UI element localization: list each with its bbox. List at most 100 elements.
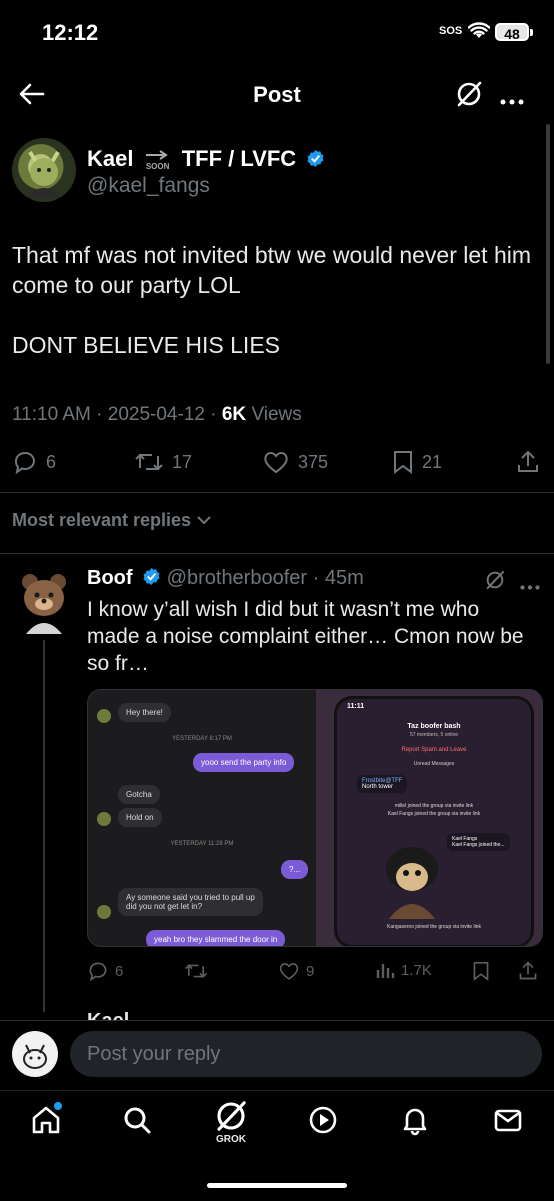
bookmark-count: 21 xyxy=(422,451,443,472)
chat-system: Kael Fangs joined the group via invite l… xyxy=(387,811,481,817)
notification-dot xyxy=(54,1102,62,1110)
group-name: Taz boofer bash xyxy=(407,723,461,730)
reply-author[interactable]: Boof @brotherboofer · 45m xyxy=(87,567,364,590)
chat-message: North tower xyxy=(362,784,394,790)
unread-label: Unread Messages xyxy=(413,761,455,767)
like-count: 375 xyxy=(298,451,329,472)
share-button[interactable] xyxy=(516,449,540,475)
group-chat-photo: 11:11 Taz boofer bash 57 members, 5 onli… xyxy=(316,690,542,946)
heart-icon xyxy=(279,963,299,980)
dm-message: Hold on xyxy=(118,808,162,827)
dm-avatar xyxy=(97,709,111,723)
reply-author-name: Boof xyxy=(87,567,133,589)
views-chart-icon xyxy=(376,964,395,978)
reply-avatar[interactable] xyxy=(18,570,70,634)
repost-icon xyxy=(185,964,207,978)
status-time: 12:12 xyxy=(42,20,99,45)
chevron-down-icon xyxy=(197,516,211,525)
reply-reply-count: 6 xyxy=(115,962,124,980)
verified-badge-icon xyxy=(142,567,161,586)
grok-icon[interactable] xyxy=(484,569,506,596)
replies-sort-label: Most relevant replies xyxy=(12,510,192,530)
reply-count: 6 xyxy=(46,451,57,472)
replies-sort-dropdown[interactable]: Most relevant replies xyxy=(12,510,212,531)
divider xyxy=(0,492,554,493)
messages-icon[interactable] xyxy=(492,1104,524,1141)
reply-repost-button[interactable] xyxy=(184,960,208,982)
grok-icon[interactable] xyxy=(454,79,484,114)
reply-like-count: 9 xyxy=(306,962,315,980)
repost-count: 17 xyxy=(172,451,193,472)
author-handle[interactable]: @kael_fangs xyxy=(87,174,210,198)
dm-message: Hey there! xyxy=(118,703,171,722)
repost-button[interactable]: 17 xyxy=(134,449,192,475)
group-members: 57 members, 5 online xyxy=(409,732,459,738)
reply-age: 45m xyxy=(324,567,364,589)
chat-system: Kangaseroo joined the group via invite l… xyxy=(387,924,481,930)
post-meta: 11:10 AM · 2025-04-12 · 6K Views xyxy=(12,404,302,425)
like-button[interactable]: 375 xyxy=(262,449,328,475)
wifi-icon xyxy=(467,22,491,45)
share-icon xyxy=(519,961,537,980)
dm-timestamp: YESTERDAY 8:17 PM xyxy=(172,736,232,742)
soon-label: SOON xyxy=(145,161,170,171)
reply-icon xyxy=(89,962,107,982)
reply-button[interactable]: 6 xyxy=(12,449,56,475)
dm-avatar xyxy=(97,812,111,826)
share-icon xyxy=(518,450,538,472)
thread-line xyxy=(43,640,45,1012)
dm-message: Ay someone said you tried to pull up did… xyxy=(118,888,263,916)
dm-screenshot: Hey there! YESTERDAY 8:17 PM yooo send t… xyxy=(88,690,316,946)
notifications-icon[interactable] xyxy=(399,1104,431,1141)
reply-icon xyxy=(14,451,35,475)
divider xyxy=(0,553,554,554)
author-name[interactable]: Kael SOON TFF / LVFC xyxy=(87,146,325,172)
video-icon[interactable] xyxy=(307,1104,339,1141)
scrollbar[interactable] xyxy=(546,124,550,364)
home-indicator xyxy=(207,1183,347,1188)
views-count: 6K xyxy=(221,404,247,425)
reply-views-count: 1.7K xyxy=(401,961,432,979)
reply-body: I know y’all wish I did but it wasn’t me… xyxy=(87,598,524,675)
dm-message: Gotcha xyxy=(118,785,160,804)
bookmark-button[interactable]: 21 xyxy=(392,449,442,475)
author-avatar[interactable] xyxy=(12,138,76,202)
verified-badge-icon xyxy=(306,148,325,168)
grok-tab-label: GROK xyxy=(216,1134,246,1145)
bookmark-icon xyxy=(394,451,412,474)
sos-indicator: SOS xyxy=(439,25,463,37)
reply-more-icon[interactable] xyxy=(520,577,540,595)
reply-media[interactable]: Hey there! YESTERDAY 8:17 PM yooo send t… xyxy=(87,689,543,947)
report-spam: Report Spam and Leave xyxy=(401,747,467,753)
my-avatar[interactable] xyxy=(12,1031,58,1077)
heart-icon xyxy=(264,452,288,474)
dm-avatar xyxy=(97,905,111,919)
reply-reply-button[interactable]: 6 xyxy=(87,960,123,982)
post-actions: 6 17 375 21 xyxy=(0,447,554,481)
battery-icon: 48 xyxy=(495,23,529,42)
reply-actions: 6 9 1.7K xyxy=(0,960,554,984)
reply-input[interactable]: Post your reply xyxy=(70,1031,542,1077)
reply-like-button[interactable]: 9 xyxy=(278,960,314,982)
dm-message: yooo send the party info xyxy=(193,753,295,772)
dm-message: ?... xyxy=(281,860,309,879)
soon-arrow-icon: SOON xyxy=(145,149,170,171)
battery-tip xyxy=(530,29,533,36)
search-icon[interactable] xyxy=(121,1104,153,1141)
author-suffix: TFF / LVFC xyxy=(181,146,297,171)
reply-views[interactable]: 1.7K xyxy=(375,960,432,980)
reply-handle: @brotherboofer xyxy=(166,567,308,589)
reply-share-button[interactable] xyxy=(518,960,538,982)
dm-message: yeah bro they slammed the door in xyxy=(146,930,286,946)
post-date: 2025-04-12 xyxy=(107,404,205,425)
chat-system: millel joined the group via invite link xyxy=(394,803,474,809)
chat-quote: Kael Fangs joined the... xyxy=(452,842,505,848)
more-options-icon[interactable] xyxy=(500,92,524,110)
sticker-image xyxy=(386,847,438,919)
dm-timestamp: YESTERDAY 11:28 PM xyxy=(170,841,234,847)
grok-tab-icon[interactable] xyxy=(213,1098,249,1139)
reply-bookmark-button[interactable] xyxy=(472,960,490,982)
post-time: 11:10 AM xyxy=(12,404,91,425)
phone-time: 11:11 xyxy=(347,703,365,710)
post-body: That mf was not invited btw we would nev… xyxy=(12,242,532,358)
